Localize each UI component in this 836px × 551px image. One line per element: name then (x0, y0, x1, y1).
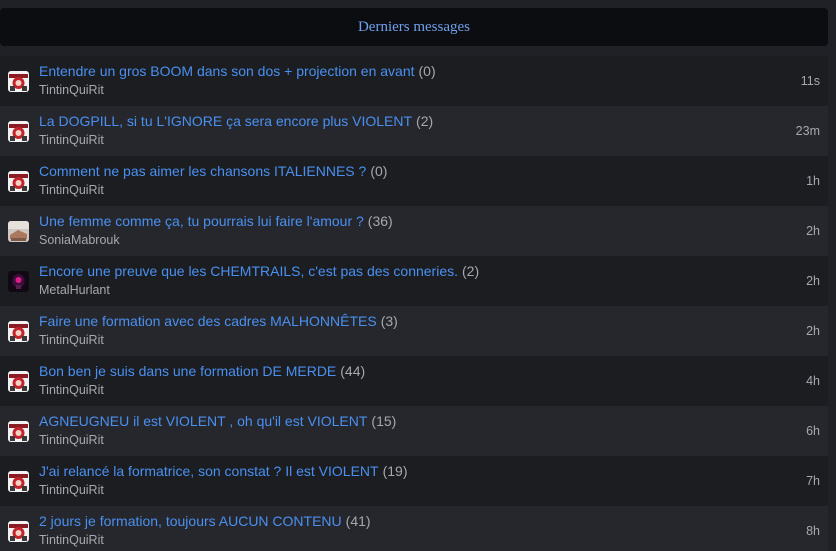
topic-author[interactable]: TintinQuiRit (39, 482, 408, 498)
topic-title-link[interactable]: 2 jours je formation, toujours AUCUN CON… (39, 513, 342, 529)
reply-count: (19) (382, 463, 408, 479)
reply-count: (2) (416, 113, 434, 129)
topic-row[interactable]: Comment ne pas aimer les chansons ITALIE… (0, 156, 828, 206)
topic-time: 1h (806, 174, 820, 188)
topic-line: Faire une formation avec des cadres MALH… (39, 313, 398, 330)
topic-text: Encore une preuve que les CHEMTRAILS, c'… (39, 263, 479, 298)
user-avatar-icon[interactable] (8, 320, 29, 342)
topic-time: 2h (806, 324, 820, 338)
topic-author[interactable]: TintinQuiRit (39, 332, 398, 348)
topic-text: 2 jours je formation, toujours AUCUN CON… (39, 513, 371, 548)
topic-line: La DOGPILL, si tu L'IGNORE ça sera encor… (39, 113, 433, 130)
topic-author[interactable]: MetalHurlant (39, 282, 479, 298)
topic-text: La DOGPILL, si tu L'IGNORE ça sera encor… (39, 113, 433, 148)
topic-time: 2h (806, 274, 820, 288)
user-avatar-icon[interactable] (8, 470, 29, 492)
topic-text: Une femme comme ça, tu pourrais lui fair… (39, 213, 393, 248)
topic-title-link[interactable]: AGNEUGNEU il est VIOLENT , oh qu'il est … (39, 413, 367, 429)
topic-time: 8h (806, 524, 820, 538)
topic-row[interactable]: Une femme comme ça, tu pourrais lui fair… (0, 206, 828, 256)
topic-title-link[interactable]: J'ai relancé la formatrice, son constat … (39, 463, 379, 479)
user-avatar-icon[interactable] (8, 270, 29, 292)
reply-count: (3) (380, 313, 398, 329)
topic-row[interactable]: Faire une formation avec des cadres MALH… (0, 306, 828, 356)
user-avatar-icon[interactable] (8, 170, 29, 192)
topic-line: J'ai relancé la formatrice, son constat … (39, 463, 408, 480)
topic-line: Une femme comme ça, tu pourrais lui fair… (39, 213, 393, 230)
reply-count: (41) (345, 513, 371, 529)
latest-messages-panel: Derniers messages Entendre un gros BOOM … (0, 0, 836, 551)
topic-row[interactable]: Entendre un gros BOOM dans son dos + pro… (0, 56, 828, 106)
topic-text: J'ai relancé la formatrice, son constat … (39, 463, 408, 498)
topic-time: 2h (806, 224, 820, 238)
topic-author[interactable]: SoniaMabrouk (39, 232, 393, 248)
topic-text: Faire une formation avec des cadres MALH… (39, 313, 398, 348)
topic-author[interactable]: TintinQuiRit (39, 132, 433, 148)
panel-title: Derniers messages (357, 18, 471, 35)
topic-row[interactable]: Encore une preuve que les CHEMTRAILS, c'… (0, 256, 828, 306)
topic-time: 23m (795, 124, 820, 138)
topic-author[interactable]: TintinQuiRit (39, 82, 436, 98)
topic-text: Entendre un gros BOOM dans son dos + pro… (39, 63, 436, 98)
user-avatar-icon[interactable] (8, 220, 29, 242)
topic-author[interactable]: TintinQuiRit (39, 532, 371, 548)
topic-title-link[interactable]: Comment ne pas aimer les chansons ITALIE… (39, 163, 366, 179)
reply-count: (44) (340, 363, 366, 379)
topic-time: 7h (806, 474, 820, 488)
topic-text: Bon ben je suis dans une formation DE ME… (39, 363, 365, 398)
user-avatar-icon[interactable] (8, 370, 29, 392)
topic-title-link[interactable]: La DOGPILL, si tu L'IGNORE ça sera encor… (39, 113, 412, 129)
topic-text: AGNEUGNEU il est VIOLENT , oh qu'il est … (39, 413, 396, 448)
topic-row[interactable]: J'ai relancé la formatrice, son constat … (0, 456, 828, 506)
topic-title-link[interactable]: Bon ben je suis dans une formation DE ME… (39, 363, 336, 379)
reply-count: (15) (371, 413, 397, 429)
reply-count: (36) (367, 213, 393, 229)
reply-count: (2) (462, 263, 480, 279)
topic-title-link[interactable]: Une femme comme ça, tu pourrais lui fair… (39, 213, 364, 229)
reply-count: (0) (418, 63, 436, 79)
topic-line: 2 jours je formation, toujours AUCUN CON… (39, 513, 371, 530)
user-avatar-icon[interactable] (8, 120, 29, 142)
topic-row[interactable]: 2 jours je formation, toujours AUCUN CON… (0, 506, 828, 551)
topic-row[interactable]: Bon ben je suis dans une formation DE ME… (0, 356, 828, 406)
topic-author[interactable]: TintinQuiRit (39, 432, 396, 448)
topic-time: 6h (806, 424, 820, 438)
topic-line: Bon ben je suis dans une formation DE ME… (39, 363, 365, 380)
topic-row[interactable]: AGNEUGNEU il est VIOLENT , oh qu'il est … (0, 406, 828, 456)
user-avatar-icon[interactable] (8, 70, 29, 92)
panel-header: Derniers messages (0, 8, 828, 46)
topic-line: Comment ne pas aimer les chansons ITALIE… (39, 163, 387, 180)
user-avatar-icon[interactable] (8, 520, 29, 542)
topic-line: Entendre un gros BOOM dans son dos + pro… (39, 63, 436, 80)
topic-title-link[interactable]: Entendre un gros BOOM dans son dos + pro… (39, 63, 415, 79)
topic-list: Entendre un gros BOOM dans son dos + pro… (0, 56, 828, 551)
topic-title-link[interactable]: Encore une preuve que les CHEMTRAILS, c'… (39, 263, 458, 279)
topic-title-link[interactable]: Faire une formation avec des cadres MALH… (39, 313, 377, 329)
reply-count: (0) (370, 163, 388, 179)
topic-time: 11s (800, 74, 820, 88)
topic-row[interactable]: La DOGPILL, si tu L'IGNORE ça sera encor… (0, 106, 828, 156)
topic-author[interactable]: TintinQuiRit (39, 182, 387, 198)
topic-author[interactable]: TintinQuiRit (39, 382, 365, 398)
topic-line: Encore une preuve que les CHEMTRAILS, c'… (39, 263, 479, 280)
topic-time: 4h (806, 374, 820, 388)
topic-text: Comment ne pas aimer les chansons ITALIE… (39, 163, 387, 198)
topic-line: AGNEUGNEU il est VIOLENT , oh qu'il est … (39, 413, 396, 430)
user-avatar-icon[interactable] (8, 420, 29, 442)
